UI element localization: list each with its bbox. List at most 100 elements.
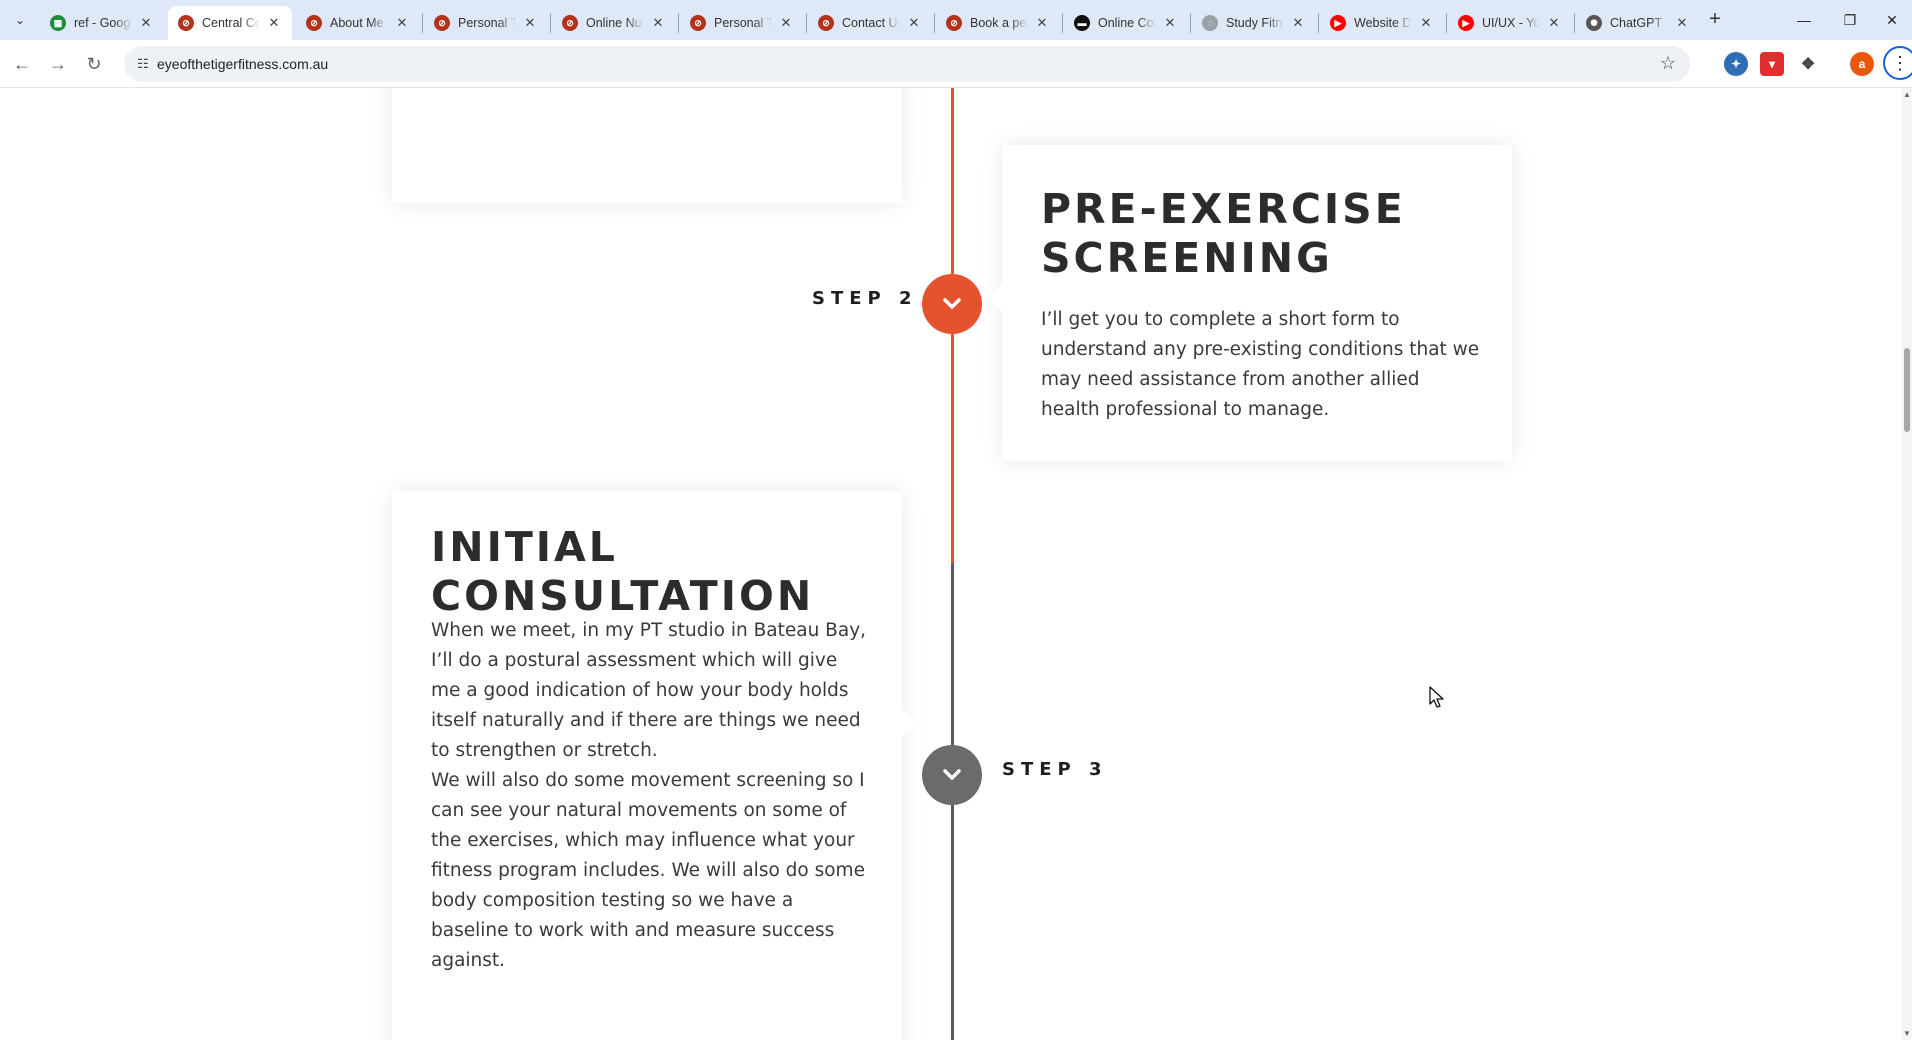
scroll-down-arrow-icon[interactable]: ▼ — [1903, 1029, 1911, 1038]
step2-marker[interactable] — [922, 274, 982, 334]
url-text[interactable]: eyeofthetigerfitness.com.au — [157, 56, 328, 72]
reload-button[interactable]: ↻ — [80, 50, 108, 78]
tab-title: About Me — [330, 16, 384, 30]
close-tab-icon[interactable]: ✕ — [1418, 15, 1434, 31]
step3-paragraph-2: We will also do some movement screening … — [431, 770, 865, 971]
step2-description: I’ll get you to complete a short form to… — [1041, 309, 1480, 420]
browser-tab[interactable]: ⊘ Online Nutrition ✕ — [552, 6, 676, 40]
page-scrollbar[interactable]: ▲ ▼ — [1902, 88, 1912, 1040]
site-settings-icon[interactable]: ☷ — [134, 55, 152, 73]
address-bar[interactable]: ☷ eyeofthetigerfitness.com.au ☆ — [124, 46, 1690, 82]
step2-title: PRE-EXERCISE SCREENING — [1041, 185, 1406, 283]
minimize-button[interactable]: — — [1784, 6, 1824, 34]
eye-of-tiger-icon: ⊘ — [690, 15, 706, 31]
step3-label: STEP 3 — [1002, 759, 1108, 780]
browser-tab[interactable]: ▦ ref - Google Sheets ✕ — [40, 6, 164, 40]
eye-of-tiger-icon: ⊘ — [306, 15, 322, 31]
browser-tab[interactable]: ⊘ Book a personal ✕ — [936, 6, 1060, 40]
tab-separator — [934, 13, 935, 33]
step3-title-line1: INITIAL — [431, 523, 618, 571]
page-viewport: STEP 2 PRE-EXERCISE SCREENING I’ll get y… — [0, 88, 1912, 1040]
browser-toolbar: ← → ↻ ☷ eyeofthetigerfitness.com.au ☆ — [0, 40, 1912, 88]
tab-separator — [1318, 13, 1319, 33]
eye-of-tiger-icon: ⊘ — [434, 15, 450, 31]
step3-paragraph-1: When we meet, in my PT studio in Bateau … — [431, 620, 867, 761]
browser-tab[interactable]: ▶ Website Design ✕ — [1320, 6, 1444, 40]
tab-separator — [1062, 13, 1063, 33]
chatgpt-icon: ✺ — [1586, 15, 1602, 31]
step3-card: INITIAL CONSULTATION When we meet, in my… — [392, 491, 916, 1040]
browser-tab[interactable]: ⊘ Personal Training ✕ — [680, 6, 804, 40]
close-tab-icon[interactable]: ✕ — [394, 15, 410, 31]
tab-title: Study Fitness — [1226, 16, 1284, 30]
new-tab-button[interactable]: + — [1704, 9, 1726, 31]
close-tab-icon[interactable]: ✕ — [138, 15, 154, 31]
sheets-icon: ▦ — [50, 15, 66, 31]
profile-avatar[interactable]: a — [1850, 52, 1874, 76]
tab-strip: ⌄ ▦ ref - Google Sheets ✕ ⊘ Central Coast Pe… — [0, 0, 1912, 40]
close-tab-icon[interactable]: ✕ — [1034, 15, 1050, 31]
forward-button[interactable]: → — [44, 50, 72, 78]
close-tab-icon[interactable]: ✕ — [906, 15, 922, 31]
tab-separator — [1446, 13, 1447, 33]
step1-card — [392, 88, 902, 203]
youtube-icon: ▶ — [1330, 15, 1346, 31]
browser-tab[interactable]: ✺ ChatGPT ✕ — [1576, 6, 1700, 40]
tab-separator — [678, 13, 679, 33]
tab-title: Personal Training — [458, 16, 516, 30]
mouse-cursor-icon — [1429, 686, 1444, 708]
tab-separator — [1190, 13, 1191, 33]
step2-card: PRE-EXERCISE SCREENING I’ll get you to c… — [988, 145, 1512, 461]
extensions-puzzle-icon[interactable]: ❖ — [1796, 52, 1820, 76]
tab-search-chevron-icon[interactable]: ⌄ — [8, 8, 32, 32]
step3-card-pointer — [902, 709, 916, 737]
browser-tab[interactable]: ◌ Study Fitness ✕ — [1192, 6, 1316, 40]
close-tab-icon[interactable]: ✕ — [778, 15, 794, 31]
close-tab-icon[interactable]: ✕ — [1674, 15, 1690, 31]
site-dark-icon: ▬ — [1074, 15, 1090, 31]
study-fitness-icon: ◌ — [1202, 15, 1218, 31]
step3-marker[interactable] — [922, 745, 982, 805]
step3-title-line2: CONSULTATION — [431, 572, 815, 620]
youtube-icon: ▶ — [1458, 15, 1474, 31]
close-window-button[interactable]: ✕ — [1872, 6, 1912, 34]
close-tab-icon[interactable]: ✕ — [1290, 15, 1306, 31]
scrollbar-thumb[interactable] — [1904, 348, 1910, 432]
restore-button[interactable]: ❐ — [1830, 6, 1870, 34]
tab-separator — [550, 13, 551, 33]
browser-tab[interactable]: ▬ Online Coaching ✕ — [1064, 6, 1188, 40]
step2-title-line2: SCREENING — [1041, 234, 1333, 282]
eye-of-tiger-icon: ⊘ — [946, 15, 962, 31]
tab-separator — [806, 13, 807, 33]
close-tab-icon[interactable]: ✕ — [266, 15, 282, 31]
close-tab-icon[interactable]: ✕ — [1546, 15, 1562, 31]
extension-shield-icon[interactable]: ▾ — [1760, 52, 1784, 76]
browser-tab[interactable]: ⊘ Personal Training ✕ — [424, 6, 548, 40]
browser-tab[interactable]: ⊘ About Me ✕ — [296, 6, 420, 40]
chevron-down-icon — [943, 769, 961, 780]
step2-label: STEP 2 — [812, 288, 918, 309]
tab-title: Central Coast Personal Trainer — [202, 16, 260, 30]
scroll-up-arrow-icon[interactable]: ▲ — [1903, 90, 1911, 99]
browser-tab[interactable]: ⊘ Central Coast Personal Trainer ✕ — [168, 6, 292, 40]
close-tab-icon[interactable]: ✕ — [522, 15, 538, 31]
browser-tab[interactable]: ▶ UI/UX - YouTube ✕ — [1448, 6, 1572, 40]
tab-title: ChatGPT — [1610, 16, 1663, 30]
tab-separator — [422, 13, 423, 33]
browser-menu-button[interactable]: ⋮ — [1883, 46, 1912, 80]
tab-separator — [1574, 13, 1575, 33]
eye-of-tiger-icon: ⊘ — [818, 15, 834, 31]
close-tab-icon[interactable]: ✕ — [650, 15, 666, 31]
step2-title-line1: PRE-EXERCISE — [1041, 185, 1406, 233]
close-tab-icon[interactable]: ✕ — [1162, 15, 1178, 31]
browser-tab[interactable]: ⊘ Contact Us ✕ — [808, 6, 932, 40]
step3-title: INITIAL CONSULTATION — [431, 523, 814, 621]
extension-globe-icon[interactable]: ✦ — [1724, 52, 1748, 76]
bookmark-star-icon[interactable]: ☆ — [1660, 53, 1676, 74]
back-button[interactable]: ← — [8, 50, 36, 78]
tab-title: Online Coaching — [1098, 16, 1156, 30]
tab-title: ref - Google Sheets — [74, 16, 132, 30]
tab-title: Website Design — [1354, 16, 1412, 30]
tab-title: Book a personal — [970, 16, 1028, 30]
tab-title: UI/UX - YouTube — [1482, 16, 1540, 30]
